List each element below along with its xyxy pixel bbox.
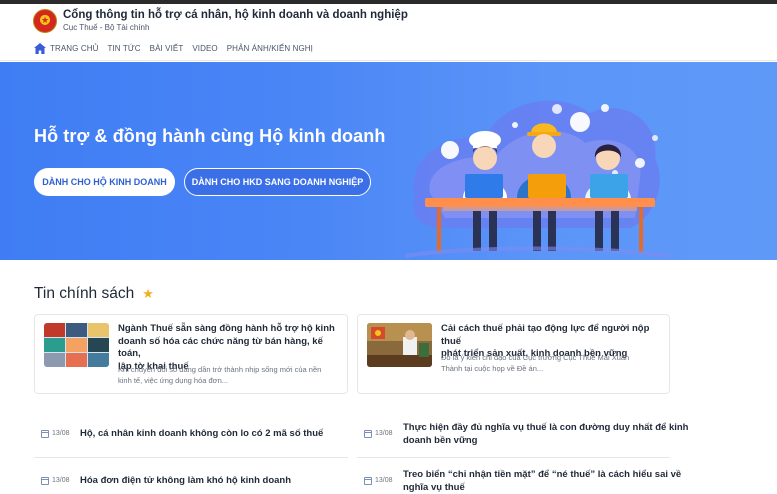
news-date: 13/08 — [375, 430, 393, 437]
emblem-logo[interactable]: ★ — [33, 8, 57, 33]
household-business-button[interactable]: DÀNH CHO HỘ KINH DOANH — [34, 168, 175, 196]
news-title-line: Treo biển “chỉ nhận tiền mặt” để “né thu… — [403, 469, 682, 480]
news-title-line: Hộ, cá nhân kinh doanh không còn lo có 2… — [80, 428, 324, 439]
article-summary: Đó là ý kiến chỉ đạo của Cục trưởng Cục … — [441, 352, 629, 374]
news-item[interactable]: 13/08 Treo biển “chỉ nhận tiền mặt” để “… — [364, 468, 681, 494]
news-date: 13/08 — [375, 477, 393, 484]
calendar-icon — [364, 430, 372, 438]
divider — [34, 457, 348, 458]
policy-section-header: Tin chính sách ★ — [34, 285, 154, 303]
news-title-line: Hóa đơn điện tử không làm khó hộ kinh do… — [80, 475, 292, 486]
nav-item-video[interactable]: VIDEO — [192, 44, 217, 53]
article-title-line: Ngành Thuế sẵn sàng đồng hành hỗ trợ hộ … — [118, 323, 335, 334]
calendar-icon — [41, 430, 49, 438]
nav-item-home[interactable]: TRANG CHỦ — [50, 44, 98, 53]
policy-card[interactable]: Ngành Thuế sẵn sàng đồng hành hỗ trợ hộ … — [34, 314, 348, 394]
news-title[interactable]: Hộ, cá nhân kinh doanh không còn lo có 2… — [80, 427, 323, 440]
nav-item-feedback[interactable]: PHẢN ÁNH/KIẾN NGHỊ — [227, 44, 313, 53]
news-date: 13/08 — [52, 477, 70, 484]
news-title[interactable]: Hóa đơn điện tử không làm khó hộ kinh do… — [80, 474, 291, 487]
article-title-line: doanh số hóa các chức năng từ bán hàng, … — [118, 335, 323, 360]
site-title[interactable]: Cổng thông tin hỗ trợ cá nhân, hộ kinh d… — [63, 9, 408, 22]
policy-card[interactable]: Cải cách thuế phải tạo động lực để người… — [357, 314, 670, 394]
news-item[interactable]: 13/08 Hộ, cá nhân kinh doanh không còn l… — [41, 427, 323, 440]
brand: Cổng thông tin hỗ trợ cá nhân, hộ kinh d… — [63, 9, 408, 33]
home-icon[interactable] — [34, 43, 46, 55]
article-summary-line: kinh tế, việc ứng dụng hóa đơn... — [118, 376, 229, 385]
hero-illustration — [405, 100, 670, 258]
calendar-icon — [364, 477, 372, 485]
news-item[interactable]: 13/08 Hóa đơn điện tử không làm khó hộ k… — [41, 474, 291, 487]
article-thumbnail[interactable] — [44, 323, 109, 367]
calendar-icon — [41, 477, 49, 485]
star-icon: ★ — [40, 15, 50, 25]
news-date: 13/08 — [52, 430, 70, 437]
nav-item-articles[interactable]: BÀI VIẾT — [150, 44, 184, 53]
article-summary-line: Đó là ý kiến chỉ đạo của Cục trưởng Cục … — [441, 353, 630, 362]
article-thumbnail[interactable] — [367, 323, 432, 367]
news-title-line: doanh bền vững — [403, 435, 478, 446]
news-title[interactable]: Thực hiện đầy đủ nghĩa vụ thuế là con đư… — [403, 421, 688, 447]
article-summary: Khi chuyển đổi số đang dần trở thành nhị… — [118, 364, 321, 386]
nav-item-news[interactable]: TIN TỨC — [107, 44, 140, 53]
article-summary-line: Khi chuyển đổi số đang dần trở thành nhị… — [118, 365, 322, 374]
news-title-line: Thực hiện đầy đủ nghĩa vụ thuế là con đư… — [403, 422, 689, 433]
article-summary-line: Thành tại cuộc họp về Đề án... — [441, 364, 544, 373]
site-subtitle: Cục Thuế - Bộ Tài chính — [63, 22, 150, 32]
news-title[interactable]: Treo biển “chỉ nhận tiền mặt” để “né thu… — [403, 468, 681, 494]
hkd-to-enterprise-button[interactable]: DÀNH CHO HKD SANG DOANH NGHIỆP — [184, 168, 371, 196]
star-icon: ★ — [142, 286, 154, 301]
site-header: ★ Cổng thông tin hỗ trợ cá nhân, hộ kinh… — [0, 4, 777, 37]
main-nav: TRANG CHỦ TIN TỨC BÀI VIẾT VIDEO PHẢN ÁN… — [0, 37, 777, 61]
section-title: Tin chính sách — [34, 285, 135, 302]
news-title-line: nghĩa vụ thuế — [403, 482, 465, 493]
news-item[interactable]: 13/08 Thực hiện đầy đủ nghĩa vụ thuế là … — [364, 421, 688, 447]
hero-banner: Hỗ trợ & đồng hành cùng Hộ kinh doanh DÀ… — [0, 62, 777, 260]
divider — [357, 457, 670, 458]
hero-title: Hỗ trợ & đồng hành cùng Hộ kinh doanh — [34, 126, 386, 146]
article-title-line: Cải cách thuế phải tạo động lực để người… — [441, 323, 650, 347]
